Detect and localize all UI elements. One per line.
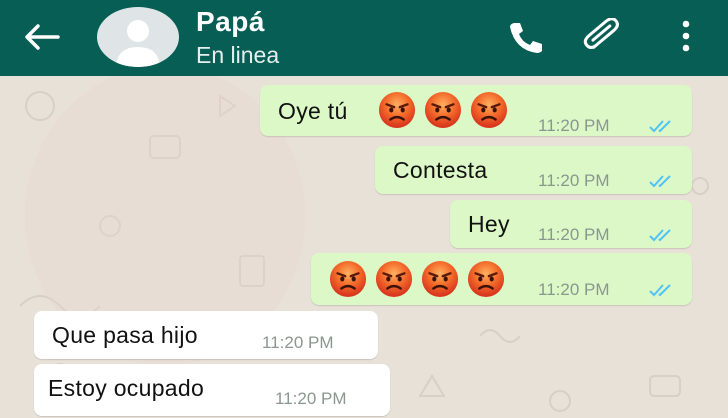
message-text: Estoy ocupado [48,375,205,401]
avatar-placeholder-icon [116,20,160,67]
message-time: 11:20 PM [538,225,610,244]
chat-header: Papá En linea [0,0,728,76]
message-bubble-outgoing[interactable]: Contesta 11:20 PM [375,146,692,194]
message-time: 11:20 PM [275,389,347,408]
message-time: 11:20 PM [538,280,610,299]
message-time: 11:20 PM [538,171,610,190]
message-text: Hey [468,211,510,237]
emoji-group [378,91,508,129]
contact-status: En linea [196,42,280,68]
angry-face-emoji [378,91,416,129]
back-arrow-icon[interactable] [22,22,60,52]
read-receipt-icon [648,173,678,189]
message-text: Oye tú [278,98,348,124]
contact-avatar[interactable] [97,7,179,67]
message-bubble-outgoing[interactable]: Hey 11:20 PM [450,200,692,248]
message-bubble-incoming[interactable]: Que pasa hijo 11:20 PM [34,311,378,359]
angry-face-emoji [470,91,508,129]
message-bubble-outgoing[interactable]: 11:20 PM [311,253,692,305]
angry-face-emoji [329,260,367,298]
angry-face-emoji [421,260,459,298]
angry-face-emoji [467,260,505,298]
angry-face-emoji [424,91,462,129]
message-time: 11:20 PM [262,333,334,352]
message-text: Que pasa hijo [52,322,198,348]
message-bubble-outgoing[interactable]: Oye tú 11:20 PM [260,85,692,136]
phone-icon[interactable] [505,20,545,54]
read-receipt-icon [648,282,678,298]
angry-face-emoji [375,260,413,298]
paperclip-icon[interactable] [582,18,630,56]
message-bubble-incoming[interactable]: Estoy ocupado 11:20 PM [34,364,390,416]
message-text: Contesta [393,157,488,183]
contact-name[interactable]: Papá [196,6,265,38]
chat-area[interactable]: Oye tú 11:20 PM Contesta 11:20 PM Hey 11… [0,76,728,418]
read-receipt-icon [648,118,678,134]
read-receipt-icon [648,227,678,243]
more-vert-icon[interactable] [676,18,696,54]
emoji-group [329,260,505,298]
message-time: 11:20 PM [538,116,610,135]
